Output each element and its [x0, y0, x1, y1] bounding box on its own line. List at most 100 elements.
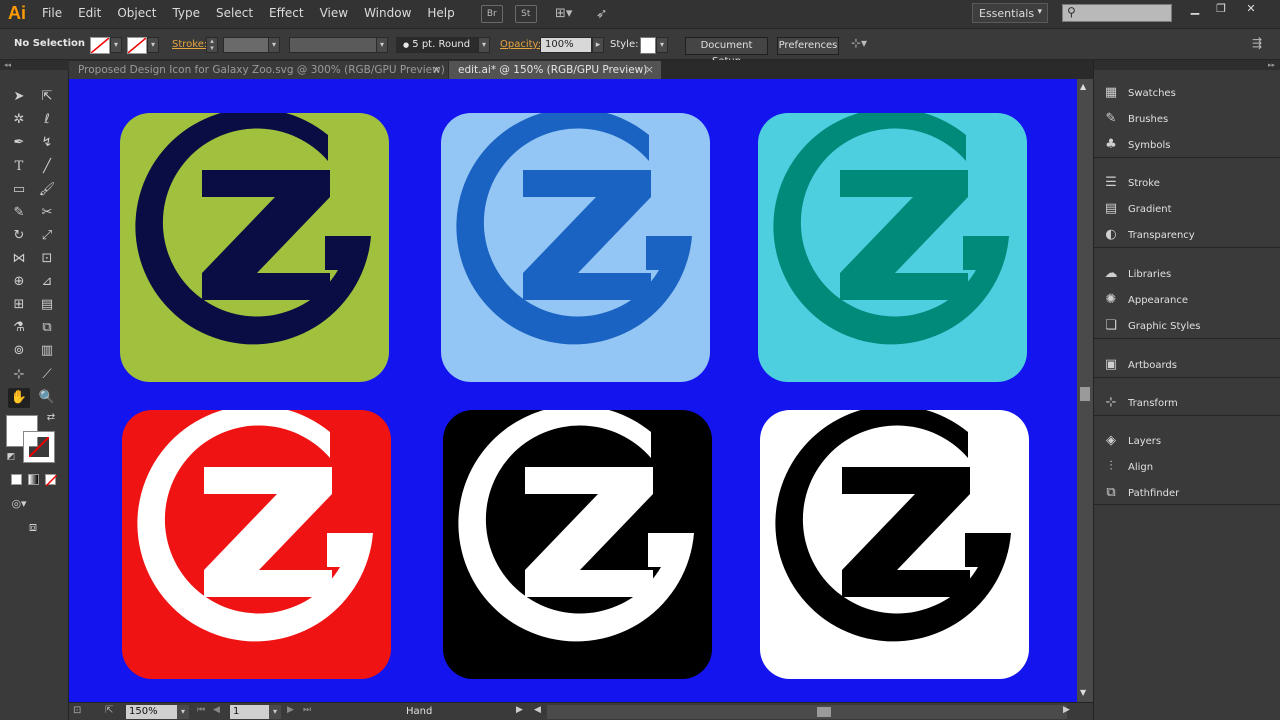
search-input[interactable]: ⚲: [1062, 4, 1172, 22]
previous-artboard-icon[interactable]: ◀: [213, 705, 220, 715]
panel-swatches[interactable]: ▦ Swatches: [1102, 82, 1277, 104]
stroke-dropdown[interactable]: ▾: [147, 37, 159, 53]
logo-tile-red[interactable]: [122, 410, 391, 679]
artboard-dropdown[interactable]: ▾: [269, 705, 281, 719]
style-swatch[interactable]: [640, 37, 656, 54]
artboard-number-field[interactable]: 1: [230, 705, 270, 719]
tools-panel-collapse-icon[interactable]: ◂◂: [0, 60, 69, 70]
menu-effect[interactable]: Effect: [261, 0, 312, 27]
default-colors-icon[interactable]: ◩: [4, 450, 18, 464]
tab-galaxy-zoo-svg[interactable]: Proposed Design Icon for Galaxy Zoo.svg …: [69, 61, 448, 79]
tab-edit-ai[interactable]: edit.ai* @ 150% (RGB/GPU Preview) ×: [449, 61, 661, 79]
panel-menu-icon[interactable]: ⇶: [1252, 36, 1262, 50]
stock-button[interactable]: St: [514, 4, 537, 23]
panel-stroke[interactable]: ☰ Stroke: [1102, 172, 1277, 194]
stroke-weight-dropdown[interactable]: ▾: [268, 37, 280, 53]
arrange-icon[interactable]: ⊹▾: [851, 36, 867, 50]
vertical-scroll-thumb[interactable]: [1080, 387, 1090, 401]
menu-select[interactable]: Select: [208, 0, 261, 27]
artboard-navigator-icon[interactable]: ⊡: [73, 705, 81, 716]
menu-object[interactable]: Object: [109, 0, 164, 27]
perspective-grid-tool-icon[interactable]: ⊿: [36, 272, 58, 292]
stroke-swatch[interactable]: [127, 37, 147, 54]
menu-type[interactable]: Type: [164, 0, 208, 27]
scroll-right-icon[interactable]: ▶: [1063, 705, 1070, 715]
panel-align[interactable]: ⫶ Align: [1102, 456, 1277, 478]
panel-transform[interactable]: ⊹ Transform: [1102, 392, 1277, 414]
menu-view[interactable]: View: [312, 0, 356, 27]
symbol-sprayer-tool-icon[interactable]: ⊚: [8, 341, 30, 361]
opacity-field[interactable]: 100%: [540, 37, 592, 53]
scroll-down-icon[interactable]: ▼: [1080, 688, 1086, 697]
next-artboard-icon[interactable]: ▶: [287, 705, 294, 715]
stroke-weight-field[interactable]: [223, 37, 269, 53]
last-artboard-icon[interactable]: ⏭: [303, 705, 311, 715]
fill-dropdown[interactable]: ▾: [110, 37, 122, 53]
zoom-field[interactable]: 150%: [126, 705, 178, 719]
scissors-tool-icon[interactable]: ✂: [36, 203, 58, 223]
selection-tool-icon[interactable]: ➤: [8, 87, 30, 107]
panel-artboards[interactable]: ▣ Artboards: [1102, 354, 1277, 376]
bridge-button[interactable]: Br: [480, 4, 503, 23]
shape-builder-tool-icon[interactable]: ⊕: [8, 272, 30, 292]
rotate-tool-icon[interactable]: ↻: [8, 226, 30, 246]
panel-symbols[interactable]: ♣ Symbols: [1102, 134, 1277, 156]
stroke-weight-stepper[interactable]: ▴ ▾: [206, 37, 218, 53]
stroke-color-box[interactable]: [23, 431, 55, 463]
opacity-label[interactable]: Opacity:: [500, 39, 541, 50]
gradient-mode-button[interactable]: [28, 474, 39, 485]
swap-fill-stroke-icon[interactable]: ⇄: [44, 411, 58, 425]
type-tool-icon[interactable]: T: [8, 157, 30, 177]
panel-pathfinder[interactable]: ⧉ Pathfinder: [1102, 482, 1277, 504]
horizontal-scroll-thumb[interactable]: [817, 707, 831, 717]
restore-button[interactable]: ❐: [1210, 2, 1232, 18]
variable-width-profile[interactable]: [289, 37, 377, 53]
fill-swatch[interactable]: [90, 37, 110, 54]
menu-edit[interactable]: Edit: [70, 0, 109, 27]
panel-dock-collapse-icon[interactable]: ▸▸: [1094, 60, 1280, 70]
rectangle-tool-icon[interactable]: ▭: [8, 180, 30, 200]
scroll-up-icon[interactable]: ▲: [1080, 82, 1086, 91]
document-setup-button[interactable]: Document Setup: [685, 37, 768, 67]
zoom-dropdown[interactable]: ▾: [177, 705, 189, 719]
width-tool-icon[interactable]: ⋈: [8, 249, 30, 269]
close-icon[interactable]: ×: [645, 61, 654, 79]
gradient-tool-icon[interactable]: ▤: [36, 295, 58, 315]
style-dropdown[interactable]: ▾: [656, 37, 668, 53]
screen-mode-icon[interactable]: ⧈: [22, 518, 44, 538]
slice-tool-icon[interactable]: ⟋: [36, 365, 58, 385]
workspace-switcher[interactable]: Essentials ▾: [972, 3, 1048, 23]
pencil-tool-icon[interactable]: ✎: [8, 203, 30, 223]
line-tool-icon[interactable]: ╱: [36, 157, 58, 177]
close-window-button[interactable]: ✕: [1240, 2, 1262, 18]
menu-window[interactable]: Window: [356, 0, 419, 27]
vertical-scrollbar[interactable]: ▲ ▼: [1077, 79, 1093, 702]
logo-tile-lightblue[interactable]: [441, 113, 710, 382]
panel-graphic-styles[interactable]: ❏ Graphic Styles: [1102, 315, 1277, 337]
scale-tool-icon[interactable]: ⤢: [36, 226, 58, 246]
artboard-canvas[interactable]: [69, 79, 1077, 702]
panel-transparency[interactable]: ◐ Transparency: [1102, 224, 1277, 246]
zoom-tool-icon[interactable]: 🔍: [36, 388, 58, 408]
color-mode-button[interactable]: [11, 474, 22, 485]
panel-appearance[interactable]: ✺ Appearance: [1102, 289, 1277, 311]
paintbrush-tool-icon[interactable]: 🖌: [36, 180, 58, 200]
drawing-mode-icon[interactable]: ◎▾: [8, 494, 30, 514]
column-graph-tool-icon[interactable]: ▥: [36, 341, 58, 361]
preferences-button[interactable]: Preferences: [777, 37, 839, 55]
stroke-label[interactable]: Stroke:: [172, 39, 207, 50]
logo-tile-black[interactable]: [443, 410, 712, 679]
hand-tool-icon[interactable]: ✋: [8, 388, 30, 408]
brush-definition[interactable]: ● 5 pt. Round: [396, 37, 478, 53]
arrange-documents-icon[interactable]: ⊞▾: [549, 5, 579, 23]
none-mode-button[interactable]: [45, 474, 57, 486]
brush-dropdown[interactable]: ▾: [478, 37, 490, 53]
lasso-tool-icon[interactable]: ℓ: [36, 110, 58, 130]
horizontal-scrollbar[interactable]: [547, 705, 1067, 719]
eyedropper-tool-icon[interactable]: ⚗: [8, 318, 30, 338]
curvature-tool-icon[interactable]: ↯: [36, 133, 58, 153]
panel-layers[interactable]: ◈ Layers: [1102, 430, 1277, 452]
panel-libraries[interactable]: ☁ Libraries: [1102, 263, 1277, 285]
scroll-left-icon[interactable]: ◀: [534, 705, 541, 715]
export-icon[interactable]: ⇱: [105, 705, 113, 716]
